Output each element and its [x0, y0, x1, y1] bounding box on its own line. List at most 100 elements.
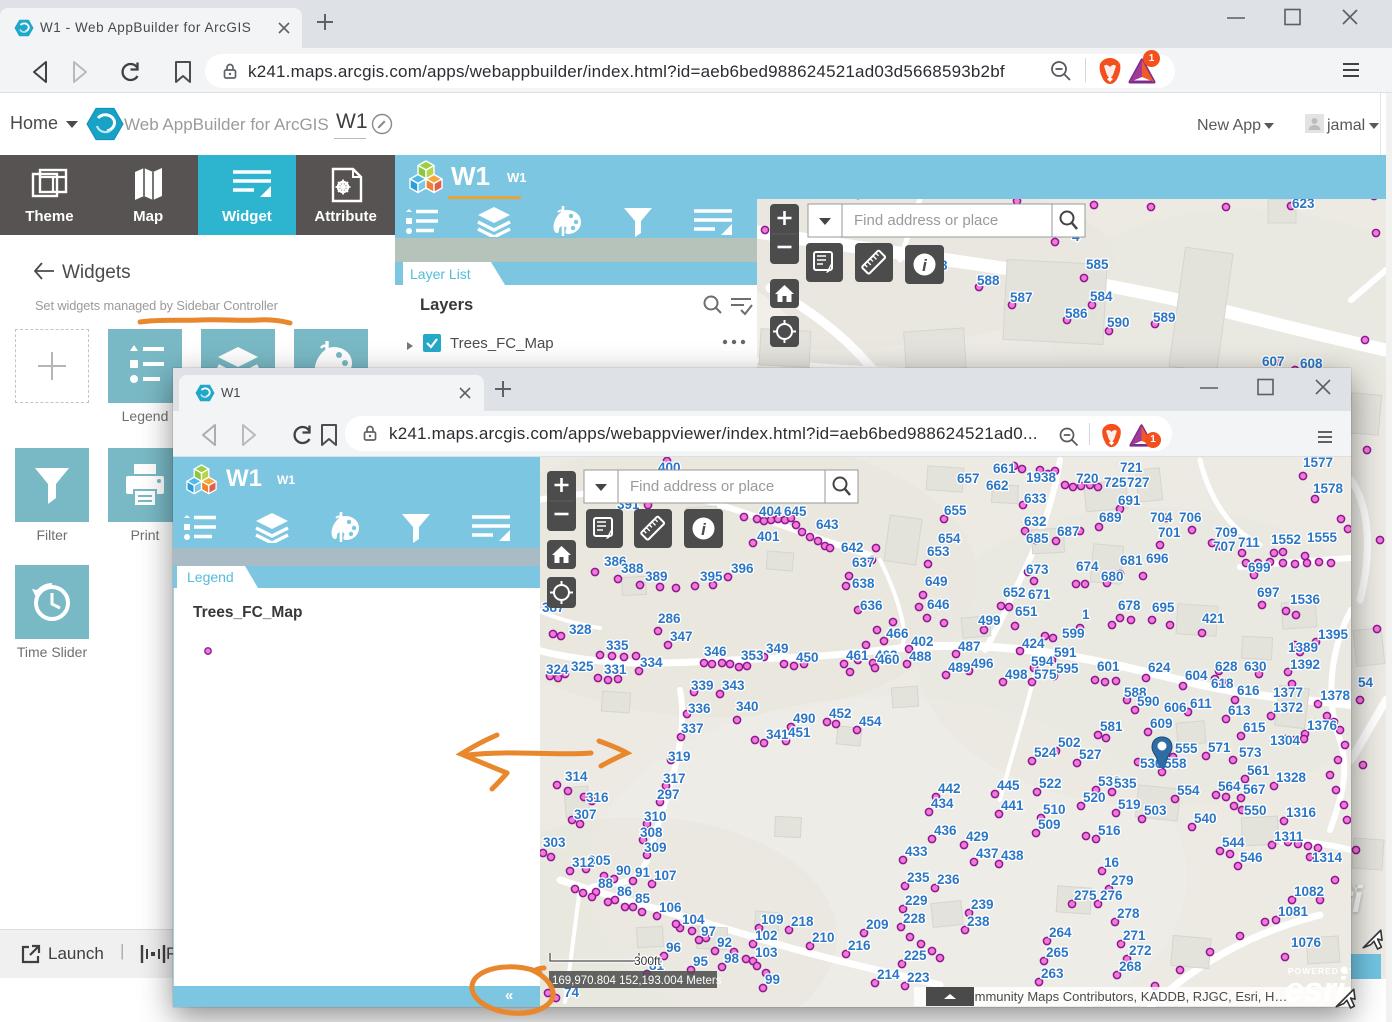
svg-text:581: 581 — [1100, 719, 1123, 734]
svg-text:1938: 1938 — [1026, 470, 1057, 485]
svg-text:1372: 1372 — [1273, 700, 1303, 715]
svg-text:624: 624 — [1148, 660, 1171, 675]
svg-text:661: 661 — [993, 461, 1016, 476]
svg-text:451: 451 — [788, 725, 811, 740]
svg-text:687: 687 — [1057, 524, 1080, 539]
svg-text:271: 271 — [1123, 928, 1146, 943]
svg-text:445: 445 — [997, 778, 1020, 793]
svg-text:1316: 1316 — [1286, 805, 1317, 820]
svg-text:709: 709 — [1215, 525, 1238, 540]
svg-text:720: 720 — [1076, 471, 1099, 486]
svg-text:519: 519 — [1118, 797, 1141, 812]
svg-text:655: 655 — [944, 503, 967, 518]
svg-text:437: 437 — [976, 846, 999, 861]
svg-text:441: 441 — [1001, 798, 1024, 813]
svg-text:638: 638 — [852, 576, 875, 591]
svg-text:335: 335 — [606, 638, 629, 653]
svg-text:223: 223 — [907, 970, 930, 985]
svg-text:99: 99 — [765, 972, 780, 987]
svg-text:1377: 1377 — [1273, 685, 1303, 700]
svg-text:657: 657 — [957, 471, 980, 486]
svg-text:16: 16 — [1104, 855, 1120, 870]
svg-text:487: 487 — [958, 639, 981, 654]
svg-text:699: 699 — [1248, 560, 1271, 575]
svg-text:564: 564 — [1218, 779, 1241, 794]
svg-text:96: 96 — [666, 940, 682, 955]
svg-text:424: 424 — [1022, 636, 1045, 651]
svg-text:652: 652 — [1003, 585, 1026, 600]
svg-text:590: 590 — [1107, 315, 1130, 330]
svg-text:103: 103 — [755, 945, 778, 960]
svg-text:98: 98 — [724, 951, 740, 966]
svg-text:309: 309 — [644, 840, 667, 855]
svg-text:678: 678 — [1118, 598, 1141, 613]
svg-text:606: 606 — [1164, 700, 1187, 715]
svg-text:567: 567 — [1243, 782, 1266, 797]
svg-text:588: 588 — [977, 273, 1000, 288]
svg-text:649: 649 — [925, 574, 948, 589]
svg-text:303: 303 — [543, 835, 566, 850]
svg-text:339: 339 — [691, 678, 714, 693]
svg-text:452: 452 — [829, 706, 852, 721]
svg-text:421: 421 — [1202, 611, 1225, 626]
svg-text:586: 586 — [1065, 306, 1088, 321]
svg-text:633: 633 — [1024, 491, 1047, 506]
svg-text:401: 401 — [757, 529, 780, 544]
svg-text:697: 697 — [1257, 585, 1280, 600]
svg-text:673: 673 — [1026, 562, 1049, 577]
svg-text:214: 214 — [877, 967, 900, 982]
svg-text:607: 607 — [1262, 354, 1285, 369]
svg-text:540: 540 — [1194, 811, 1217, 826]
svg-text:645: 645 — [784, 504, 807, 519]
svg-text:276: 276 — [1100, 888, 1123, 903]
svg-text:496: 496 — [971, 656, 994, 671]
svg-text:520: 520 — [1083, 790, 1106, 805]
svg-text:721: 721 — [1120, 460, 1143, 475]
svg-text:1395: 1395 — [1318, 627, 1349, 642]
svg-text:524: 524 — [1034, 745, 1057, 760]
svg-text:615: 615 — [1243, 720, 1266, 735]
svg-text:646: 646 — [927, 597, 950, 612]
svg-text:590: 590 — [1137, 694, 1160, 709]
svg-text:169,970.804 152,193.004 Meters: 169,970.804 152,193.004 Meters — [552, 975, 722, 987]
svg-text:218: 218 — [791, 914, 814, 929]
svg-text:704: 704 — [1150, 510, 1173, 525]
svg-text:616: 616 — [1237, 683, 1260, 698]
svg-text:90: 90 — [616, 863, 631, 878]
svg-text:489: 489 — [948, 660, 971, 675]
svg-text:316: 316 — [586, 790, 609, 805]
svg-text:1536: 1536 — [1290, 592, 1321, 607]
svg-text:54: 54 — [1358, 675, 1374, 690]
svg-text:1376: 1376 — [1307, 718, 1338, 733]
svg-text:691: 691 — [1118, 493, 1141, 508]
svg-text:340: 340 — [736, 699, 759, 714]
svg-text:599: 599 — [1062, 626, 1085, 641]
svg-text:325: 325 — [571, 659, 594, 674]
svg-text:275: 275 — [1074, 888, 1097, 903]
svg-text:328: 328 — [569, 622, 592, 637]
svg-text:695: 695 — [1152, 600, 1175, 615]
svg-text:674: 674 — [1076, 559, 1099, 574]
svg-text:488: 488 — [909, 649, 932, 664]
svg-text:319: 319 — [668, 749, 691, 764]
svg-text:490: 490 — [793, 711, 816, 726]
svg-text:317: 317 — [663, 771, 686, 786]
svg-text:546: 546 — [1240, 850, 1263, 865]
svg-text:555: 555 — [1175, 741, 1198, 756]
svg-text:334: 334 — [640, 655, 663, 670]
svg-text:466: 466 — [886, 626, 909, 641]
svg-text:1081: 1081 — [1278, 904, 1309, 919]
svg-text:550: 550 — [1244, 803, 1267, 818]
svg-text:278: 278 — [1117, 906, 1140, 921]
svg-text:632: 632 — [1024, 514, 1047, 529]
svg-text:272: 272 — [1129, 943, 1152, 958]
svg-text:571: 571 — [1208, 740, 1231, 755]
svg-text:228: 228 — [903, 911, 926, 926]
svg-text:388: 388 — [621, 561, 644, 576]
svg-text:389: 389 — [645, 569, 668, 584]
svg-text:701: 701 — [1158, 525, 1181, 540]
svg-text:535: 535 — [1114, 776, 1137, 791]
svg-text:436: 436 — [934, 823, 957, 838]
svg-text:429: 429 — [966, 829, 989, 844]
svg-text:584: 584 — [1090, 289, 1113, 304]
